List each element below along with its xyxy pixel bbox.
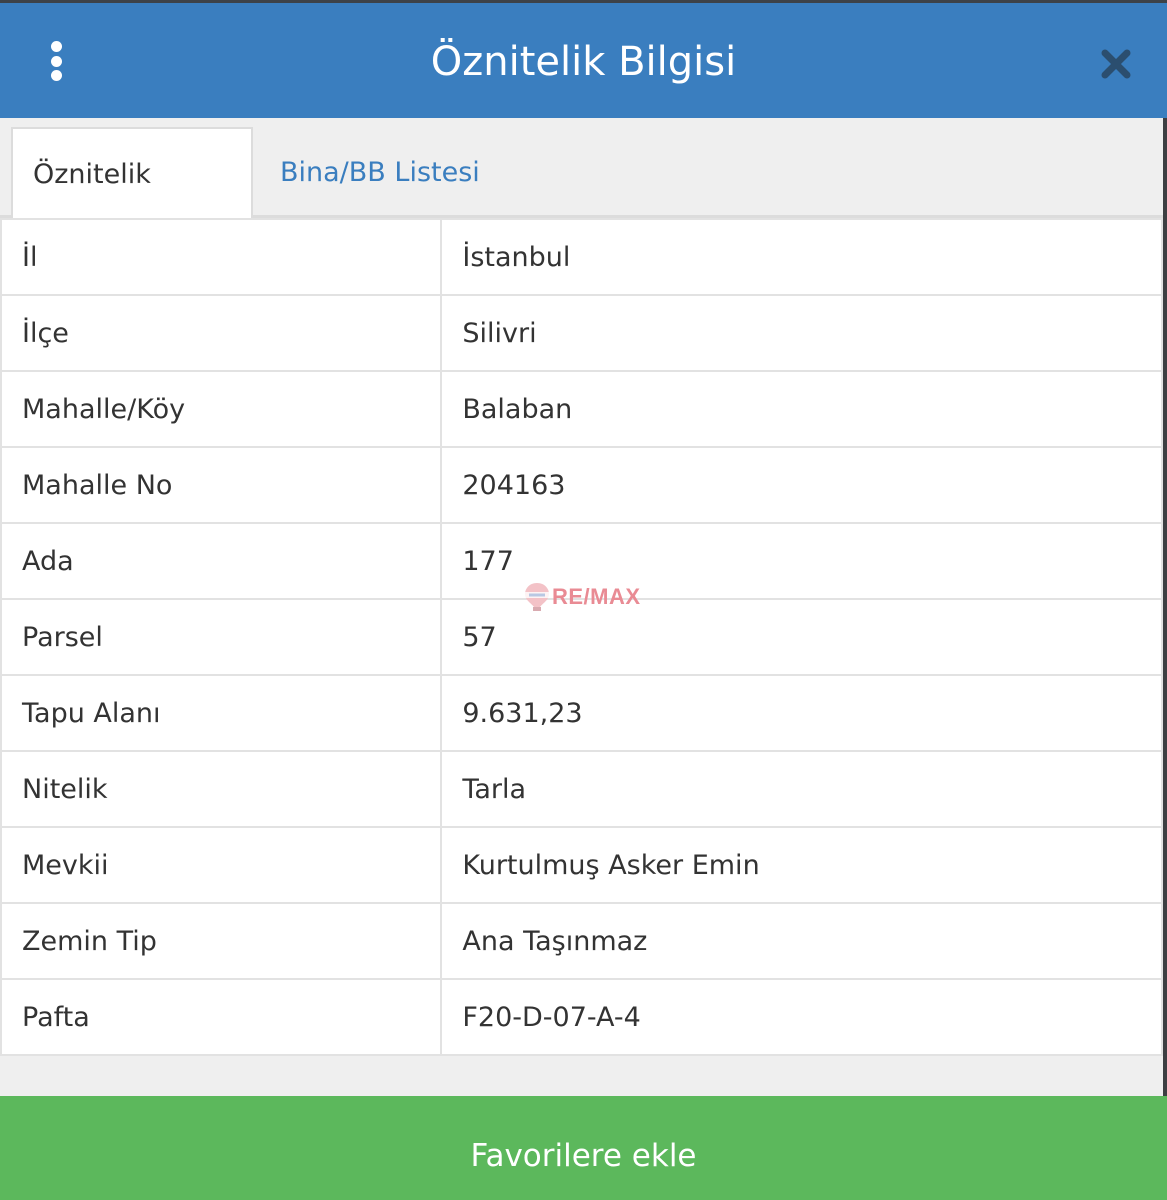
table-row: Pafta F20-D-07-A-4 — [0, 978, 1163, 1056]
attribute-value: F20-D-07-A-4 — [440, 978, 1163, 1056]
attribute-value: 177 — [440, 522, 1163, 600]
attribute-key: Tapu Alanı — [0, 674, 443, 752]
table-row: Mahalle No 204163 — [0, 446, 1163, 524]
attribute-value: Balaban — [440, 370, 1163, 448]
attribute-key: Pafta — [0, 978, 443, 1056]
tab-bar: Öznitelik Bilgisi Bina/BB Listesi — [0, 118, 1167, 281]
close-button[interactable] — [1099, 47, 1133, 81]
panel-edge — [1163, 118, 1167, 1096]
table-row: İl İstanbul — [0, 218, 1163, 296]
table-row: Tapu Alanı 9.631,23 — [0, 674, 1163, 752]
attribute-key: Parsel — [0, 598, 443, 676]
attribute-key: Mahalle No — [0, 446, 443, 524]
attribute-value: Tarla — [440, 750, 1163, 828]
attribute-table: İl İstanbul İlçe Silivri Mahalle/Köy Balaban M… — [0, 218, 1163, 1056]
panel-title: Öznitelik Bilgisi — [430, 39, 737, 85]
panel-header: Öznitelik Bilgisi — [0, 0, 1167, 118]
attribute-key: Nitelik — [0, 750, 443, 828]
attribute-key: Mahalle/Köy — [0, 370, 443, 448]
table-row: Mevkii Kurtulmuş Asker Emin — [0, 826, 1163, 904]
attribute-key: Ada — [0, 522, 443, 600]
attribute-info-panel: Öznitelik Bilgisi Öznitelik Bilgisi Bina… — [0, 0, 1167, 1200]
attribute-key: İl — [0, 218, 443, 296]
attribute-value: 57 — [440, 598, 1163, 676]
tab-building-list[interactable]: Bina/BB Listesi — [260, 127, 500, 218]
add-to-favorites-button[interactable]: Favorilere ekle — [0, 1096, 1167, 1200]
attribute-key: İlçe — [0, 294, 443, 372]
close-icon — [1101, 49, 1131, 79]
attribute-key: Zemin Tip — [0, 902, 443, 980]
attribute-value: Ana Taşınmaz — [440, 902, 1163, 980]
attribute-value: İstanbul — [440, 218, 1163, 296]
attribute-value: Silivri — [440, 294, 1163, 372]
attribute-value: 9.631,23 — [440, 674, 1163, 752]
table-row: İlçe Silivri — [0, 294, 1163, 372]
table-row: Nitelik Tarla — [0, 750, 1163, 828]
table-row: Mahalle/Köy Balaban — [0, 370, 1163, 448]
tab-attribute-info[interactable]: Öznitelik Bilgisi — [11, 127, 253, 281]
table-row: Parsel 57 — [0, 598, 1163, 676]
table-row: Ada 177 — [0, 522, 1163, 600]
table-row: Zemin Tip Ana Taşınmaz — [0, 902, 1163, 980]
attribute-value: 204163 — [440, 446, 1163, 524]
attribute-value: Kurtulmuş Asker Emin — [440, 826, 1163, 904]
attribute-key: Mevkii — [0, 826, 443, 904]
